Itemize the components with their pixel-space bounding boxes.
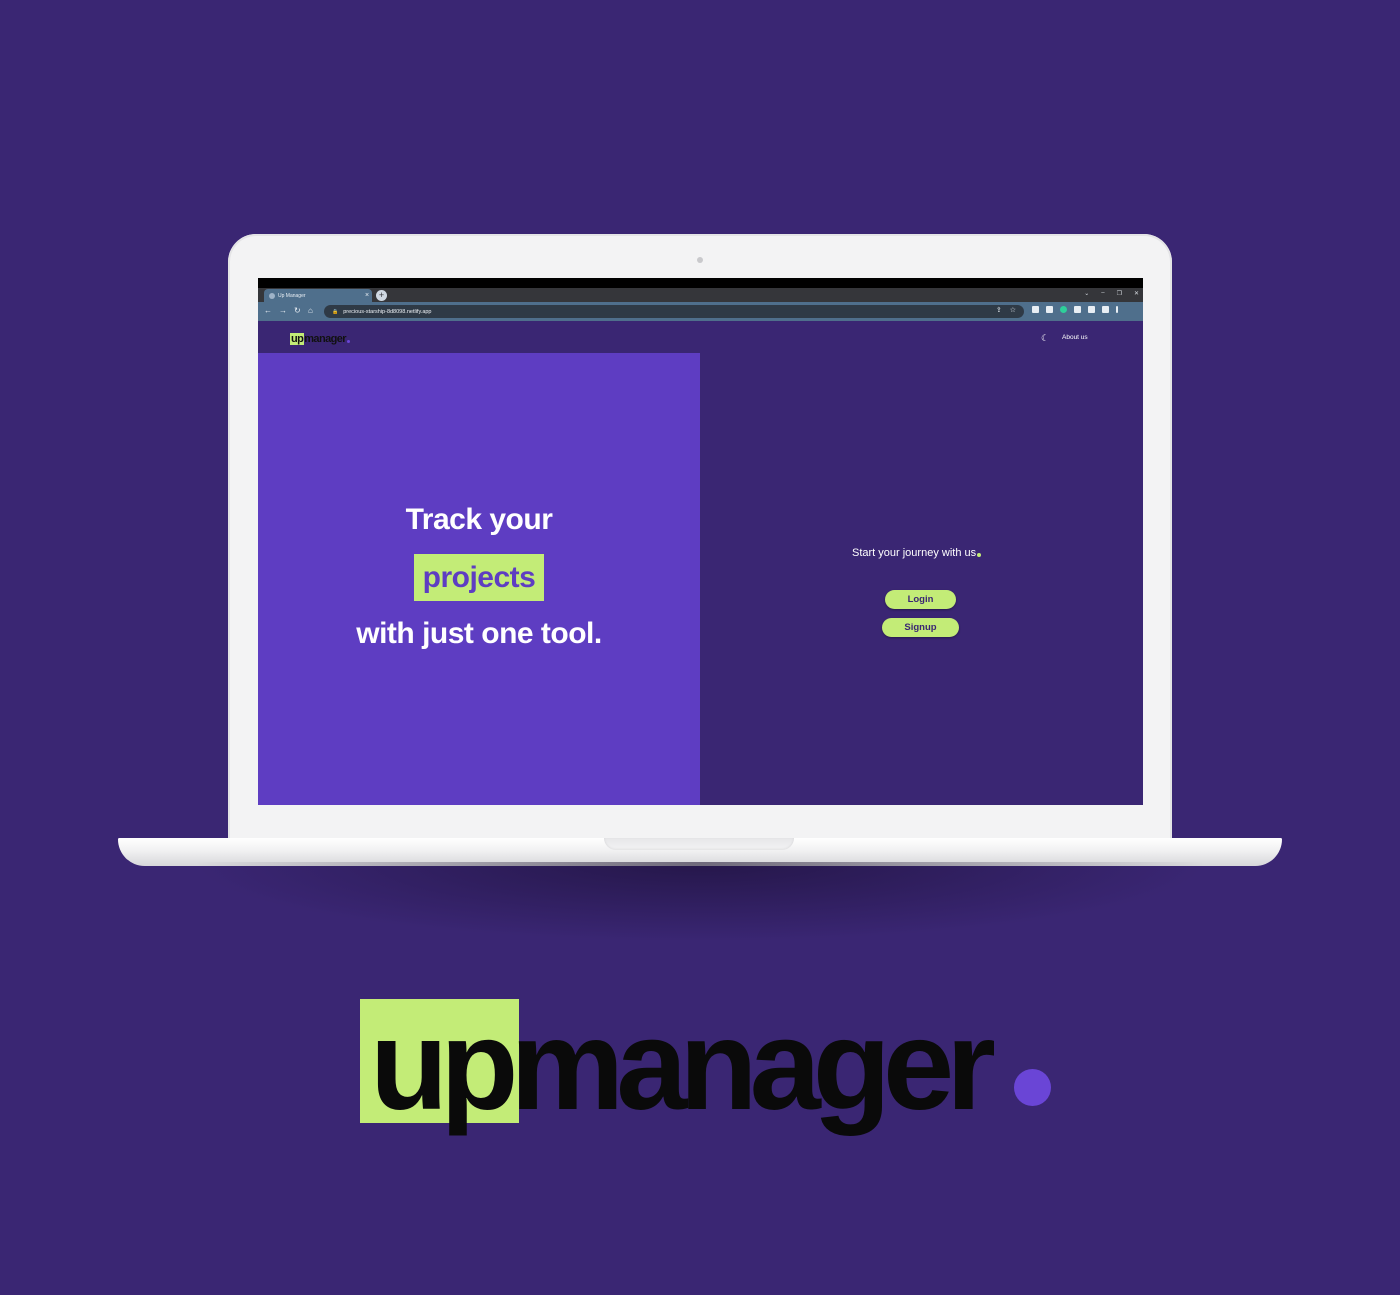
browser-tab[interactable]: Up Manager × xyxy=(264,289,372,302)
favicon-icon xyxy=(269,292,275,299)
more-menu-icon[interactable] xyxy=(1116,306,1118,313)
lock-icon: 🔒 xyxy=(332,308,339,315)
about-us-link[interactable]: About us xyxy=(1062,334,1088,341)
hero-panel: Track your projects with just one tool. xyxy=(258,353,700,805)
extension-icon[interactable] xyxy=(1032,306,1039,313)
home-icon[interactable]: ⌂ xyxy=(308,306,313,315)
logo-highlight: up xyxy=(290,333,305,345)
brand-logo-manager: manager xyxy=(510,994,996,1137)
logo-dot xyxy=(346,340,350,343)
signup-button[interactable]: Signup xyxy=(882,618,959,637)
puzzle-icon[interactable] xyxy=(1074,306,1081,313)
journey-tagline: Start your journey with us xyxy=(852,547,982,559)
hero-line-3: with just one tool. xyxy=(356,617,602,650)
login-button[interactable]: Login xyxy=(885,590,956,609)
forward-icon[interactable]: → xyxy=(279,306,287,315)
reload-icon[interactable]: ↻ xyxy=(294,306,301,315)
back-icon[interactable]: ← xyxy=(264,306,272,315)
sidebar-icon[interactable] xyxy=(1102,306,1109,313)
brand-logo-text: upmanager xyxy=(370,991,996,1141)
chevron-down-icon[interactable]: ⌄ xyxy=(1084,290,1089,297)
browser-tab-bar: Up Manager × + ⌄ – ❐ ✕ xyxy=(258,288,1143,302)
laptop-screen: Up Manager × + ⌄ – ❐ ✕ ← → ↻ ⌂ 🔒 preciou… xyxy=(258,278,1143,805)
url-text: precious-starship-8d8098.netlify.app xyxy=(343,308,432,315)
brand-logo-dot xyxy=(1014,1069,1051,1106)
tagline-dot xyxy=(977,552,982,557)
moon-icon[interactable]: ☾ xyxy=(1041,333,1049,344)
laptop-notch xyxy=(604,838,794,850)
logo-text: manager xyxy=(304,333,346,345)
tagline-text: Start your journey with us xyxy=(852,547,977,559)
window-controls: ⌄ – ❐ ✕ xyxy=(1084,290,1139,297)
minimize-icon[interactable]: – xyxy=(1101,290,1104,297)
hero-highlight-word: projects xyxy=(414,554,544,601)
browser-toolbar: ← → ↻ ⌂ 🔒 precious-starship-8d8098.netli… xyxy=(258,302,1143,321)
site-logo[interactable]: up manager xyxy=(290,333,350,345)
restore-icon[interactable]: ❐ xyxy=(1117,290,1122,297)
brand-logo: upmanager xyxy=(360,994,1060,1149)
extension-icons xyxy=(1032,306,1118,313)
share-icon[interactable]: ⇪ xyxy=(996,306,1002,314)
close-tab-icon[interactable]: × xyxy=(362,292,372,299)
laptop-shadow xyxy=(190,862,1210,942)
camera-dot xyxy=(697,257,703,263)
bookmark-star-icon[interactable]: ☆ xyxy=(1010,306,1016,314)
hero-line-1: Track your xyxy=(405,503,553,536)
extension-icon[interactable] xyxy=(1046,306,1053,313)
close-window-icon[interactable]: ✕ xyxy=(1134,290,1139,297)
new-tab-button[interactable]: + xyxy=(376,290,387,301)
reading-list-icon[interactable] xyxy=(1088,306,1095,313)
tab-title: Up Manager xyxy=(278,292,306,299)
web-page: up manager ☾ About us Track your project… xyxy=(258,321,1143,805)
address-bar[interactable]: 🔒 precious-starship-8d8098.netlify.app ⇪… xyxy=(324,305,1024,318)
extension-icon[interactable] xyxy=(1060,306,1067,313)
brand-logo-up: up xyxy=(370,994,518,1137)
